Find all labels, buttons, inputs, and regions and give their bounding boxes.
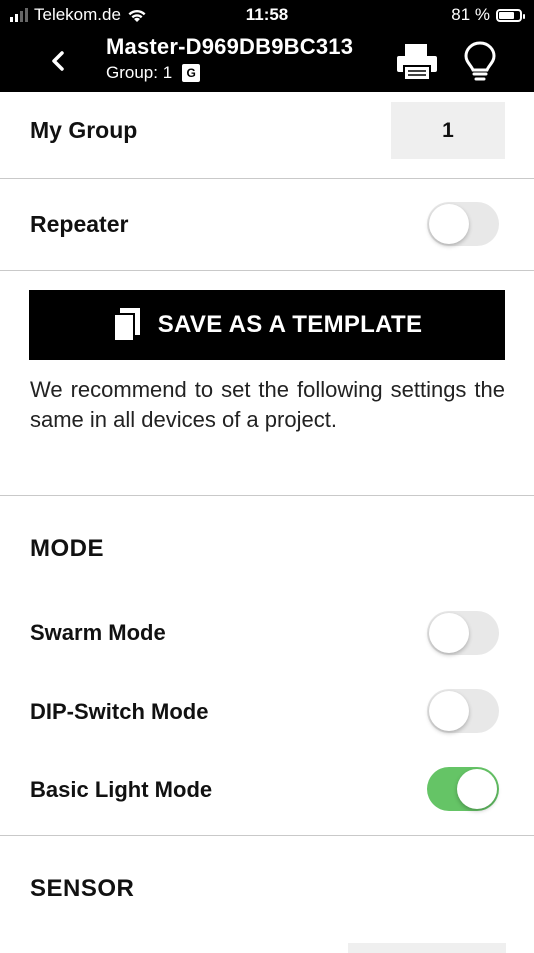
swarm-mode-toggle[interactable] [427,611,499,655]
battery-percent: 81 % [451,5,490,24]
save-as-template-button[interactable]: SAVE AS A TEMPLATE [29,290,505,360]
basic-light-mode-label: Basic Light Mode [30,777,213,802]
save-as-template-label: SAVE AS A TEMPLATE [157,311,423,338]
device-title: Master-D969DB9BC313 [106,34,354,59]
divider [0,835,534,836]
dip-switch-mode-label: DIP-Switch Mode [30,699,209,724]
sensor-value-box[interactable] [348,943,506,953]
repeater-row: Repeater [0,179,534,271]
dip-switch-mode-toggle[interactable] [427,689,499,733]
my-group-value[interactable]: 1 [391,102,505,159]
template-recommendation-text: We recommend to set the following settin… [30,377,505,432]
sensor-section-title: SENSOR [30,875,135,902]
repeater-label: Repeater [30,211,129,237]
navigation-bar: Master-D969DB9BC313 Group: 1 G [0,30,534,92]
lightbulb-icon[interactable] [462,40,498,84]
status-right: 81 % [451,5,525,25]
my-group-label: My Group [30,117,138,143]
swarm-mode-label: Swarm Mode [30,620,166,645]
mode-section-title: MODE [30,535,104,562]
group-label: Group: 1 [106,63,173,82]
group-info: Group: 1 G [106,63,353,83]
repeater-toggle[interactable] [427,202,499,246]
status-bar: Telekom.de 11:58 81 % [0,0,534,30]
printer-icon[interactable] [395,42,439,82]
basic-light-mode-toggle[interactable] [427,767,499,811]
battery-icon [496,8,525,22]
group-badge: G [182,64,201,82]
device-title-block: Master-D969DB9BC313 Group: 1 G [106,34,353,83]
copy-icon [112,308,140,342]
divider [0,495,534,496]
back-chevron-icon[interactable] [46,47,70,75]
